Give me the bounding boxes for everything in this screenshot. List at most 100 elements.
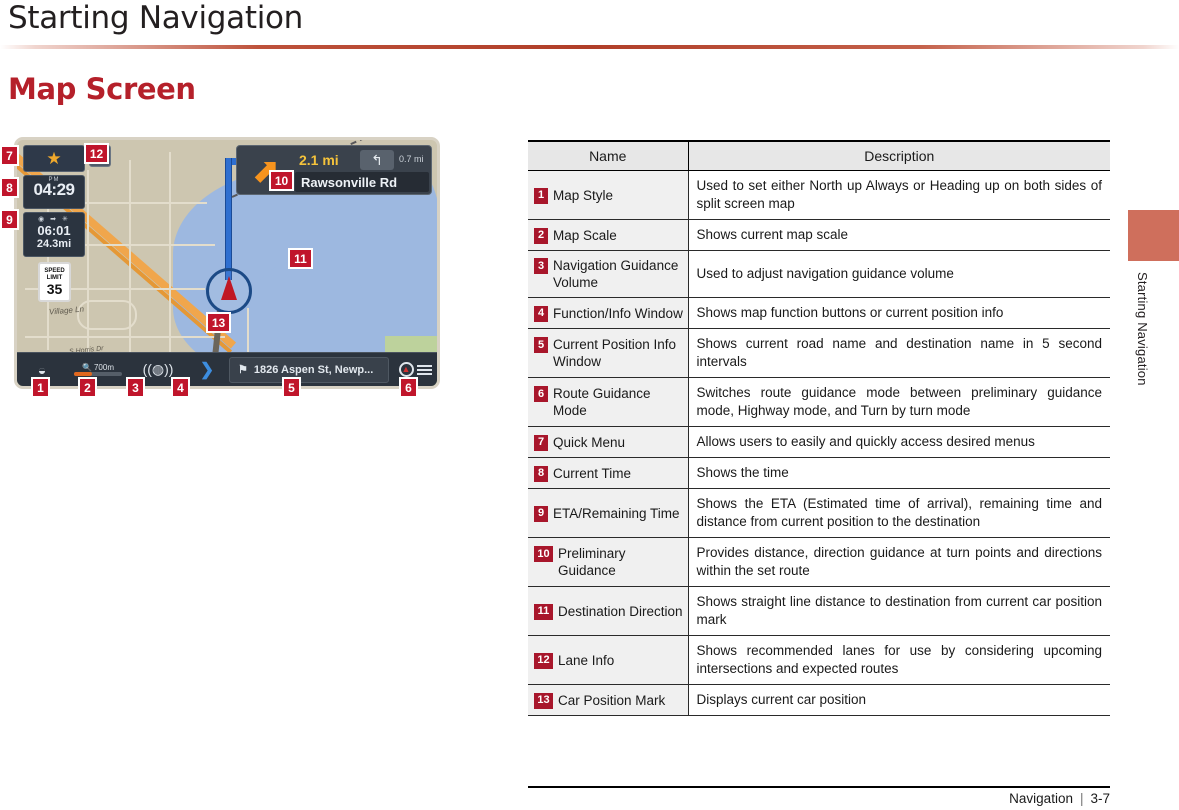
table-row: 5 Current Position Info Window Shows curre… bbox=[528, 328, 1110, 378]
table-row: 4 Function/Info Window Shows map function … bbox=[528, 297, 1110, 329]
table-row: 10 Preliminary Guidance Provides distance,… bbox=[528, 537, 1110, 587]
footer-section: Navigation bbox=[1009, 791, 1073, 806]
quick-menu-button[interactable]: ★ bbox=[23, 145, 85, 172]
callout-badge-4: 4 bbox=[171, 377, 190, 398]
name-cell-inner: 4 Function/Info Window bbox=[534, 305, 684, 322]
callout-number-badge: 2 bbox=[534, 227, 548, 244]
callout-number-badge: 8 bbox=[534, 465, 548, 482]
callout-number-badge: 9 bbox=[534, 505, 548, 522]
callout-badge-1: 1 bbox=[31, 377, 50, 398]
element-name-label: Current Position Info Window bbox=[553, 337, 677, 369]
callout-badge-3: 3 bbox=[126, 377, 145, 398]
eta-icons: ◉ ➡ ✳ bbox=[38, 216, 70, 223]
callout-badge-9: 9 bbox=[0, 209, 19, 230]
element-name-label: Route Guidance Mode bbox=[553, 386, 651, 418]
hamburger-menu-icon bbox=[416, 363, 432, 377]
element-description-cell: Shows straight line distance to destinat… bbox=[688, 586, 1110, 636]
name-cell-inner: 7 Quick Menu bbox=[534, 434, 684, 451]
element-name-cell: 10 Preliminary Guidance bbox=[528, 537, 689, 587]
map-scale-top: 🔍 700m bbox=[82, 363, 114, 372]
current-time-widget: PM 04:29 bbox=[23, 175, 85, 209]
eta-distance: 24.3mi bbox=[36, 238, 72, 250]
table-head: Name Description bbox=[528, 140, 1110, 171]
footer-divider bbox=[528, 786, 1110, 788]
callout-number-badge: 4 bbox=[534, 305, 548, 322]
table-row: 6 Route Guidance Mode Switches route guida… bbox=[528, 377, 1110, 427]
table-row: 2 Map Scale Shows current map scale bbox=[528, 219, 1110, 251]
u-turn-left-icon: ↰ bbox=[360, 150, 394, 170]
speed-limit-value: 35 bbox=[46, 280, 63, 297]
callout-number-badge: 3 bbox=[534, 258, 548, 274]
element-name-cell: 4 Function/Info Window bbox=[528, 297, 689, 329]
name-cell-inner: 12 Lane Info bbox=[534, 652, 684, 669]
element-name-label: Map Style bbox=[553, 187, 614, 203]
footer-page: 3-7 bbox=[1090, 791, 1110, 806]
callout-badge-5: 5 bbox=[282, 377, 301, 398]
table-header-row: Name Description bbox=[528, 140, 1110, 171]
element-name-cell: 2 Map Scale bbox=[528, 219, 689, 251]
callout-badge-7: 7 bbox=[0, 145, 19, 166]
car-position-arrow-icon bbox=[221, 276, 237, 300]
element-description-cell: Allows users to easily and quickly acces… bbox=[688, 426, 1110, 458]
map-scale-control[interactable]: 🔍 700m bbox=[67, 355, 129, 385]
name-cell-inner: 9 ETA/Remaining Time bbox=[534, 505, 684, 522]
name-cell-inner: 3 Navigation Guidance Volume bbox=[534, 257, 684, 291]
eta-remaining-widget[interactable]: ◉ ➡ ✳ 06:01 24.3mi bbox=[23, 212, 85, 257]
element-name-label: Current Time bbox=[553, 465, 632, 481]
function-info-window-button[interactable]: ❯ bbox=[187, 355, 227, 385]
element-name-cell: 12 Lane Info bbox=[528, 635, 689, 685]
map-screen-element-table: Name Description 1 Map Style Used to set e… bbox=[528, 140, 1110, 716]
table-row: 3 Navigation Guidance Volume Used to adjus… bbox=[528, 250, 1110, 298]
chapter-title: Starting Navigation bbox=[8, 0, 304, 36]
element-description-cell: Shows map function buttons or current po… bbox=[688, 297, 1110, 329]
element-description-cell: Shows the ETA (Estimated time of arrival… bbox=[688, 488, 1110, 538]
table-row: 9 ETA/Remaining Time Shows the ETA (Estima… bbox=[528, 488, 1110, 538]
callout-badge-11: 11 bbox=[288, 248, 313, 269]
callout-number-badge: 5 bbox=[534, 337, 548, 353]
side-tab-marker bbox=[1128, 210, 1179, 261]
callout-number-badge: 1 bbox=[534, 187, 548, 204]
preliminary-guidance-panel[interactable]: ⬈ 2.1 mi ↰ 0.7 mi Rawsonville Rd bbox=[236, 145, 432, 195]
speaker-volume-icon: ((◍)) bbox=[142, 361, 174, 377]
current-position-info-window[interactable]: ⚑ 1826 Aspen St, Newp... bbox=[229, 356, 389, 383]
element-name-cell: 7 Quick Menu bbox=[528, 426, 689, 458]
speed-limit-sign: SPEED LIMIT 35 bbox=[38, 262, 71, 302]
name-cell-inner: 10 Preliminary Guidance bbox=[534, 545, 684, 579]
name-cell-inner: 11 Destination Direction bbox=[534, 603, 684, 620]
name-cell-inner: 2 Map Scale bbox=[534, 227, 684, 244]
table-row: 1 Map Style Used to set either North up Al… bbox=[528, 170, 1110, 220]
section-title: Map Screen bbox=[8, 72, 196, 106]
element-name-cell: 8 Current Time bbox=[528, 457, 689, 489]
map-scale-slider[interactable] bbox=[74, 372, 122, 376]
clock-time: 04:29 bbox=[33, 180, 75, 199]
map-scale-value: 700m bbox=[93, 363, 114, 372]
element-description-cell: Switches route guidance mode between pre… bbox=[688, 377, 1110, 427]
table-row: 11 Destination Direction Shows straight li… bbox=[528, 586, 1110, 636]
route-path-vertical bbox=[225, 158, 232, 280]
compass-icon: ▲ bbox=[398, 362, 414, 377]
element-description-cell: Shows current map scale bbox=[688, 219, 1110, 251]
checkered-flag-icon: ⚑ bbox=[238, 364, 248, 376]
chevron-right-icon: ❯ bbox=[199, 359, 215, 379]
guidance-distance-secondary: 0.7 mi bbox=[399, 154, 424, 164]
element-description-cell: Shows recommended lanes for use by consi… bbox=[688, 635, 1110, 685]
table-row: 7 Quick Menu Allows users to easily and qu… bbox=[528, 426, 1110, 458]
element-name-cell: 5 Current Position Info Window bbox=[528, 328, 689, 378]
callout-badge-10: 10 bbox=[269, 170, 294, 191]
speed-limit-label-1: SPEED bbox=[44, 267, 65, 274]
element-description-cell: Used to adjust navigation guidance volum… bbox=[688, 250, 1110, 298]
table-row: 12 Lane Info Shows recommended lanes for u… bbox=[528, 635, 1110, 685]
element-description-cell: Provides distance, direction guidance at… bbox=[688, 537, 1110, 587]
manual-page: Starting Navigation Map Screen Starting … bbox=[0, 0, 1179, 810]
callout-badge-12: 12 bbox=[84, 143, 109, 164]
table-body: 1 Map Style Used to set either North up Al… bbox=[528, 170, 1110, 716]
element-name-cell: 1 Map Style bbox=[528, 170, 689, 220]
name-cell-inner: 6 Route Guidance Mode bbox=[534, 385, 684, 419]
street-loop bbox=[77, 300, 137, 330]
element-name-label: ETA/Remaining Time bbox=[553, 505, 680, 521]
street-line bbox=[25, 336, 225, 338]
name-cell-inner: 5 Current Position Info Window bbox=[534, 336, 684, 370]
callout-number-badge: 13 bbox=[534, 692, 553, 709]
callout-number-badge: 7 bbox=[534, 434, 548, 451]
callout-badge-2: 2 bbox=[78, 377, 97, 398]
